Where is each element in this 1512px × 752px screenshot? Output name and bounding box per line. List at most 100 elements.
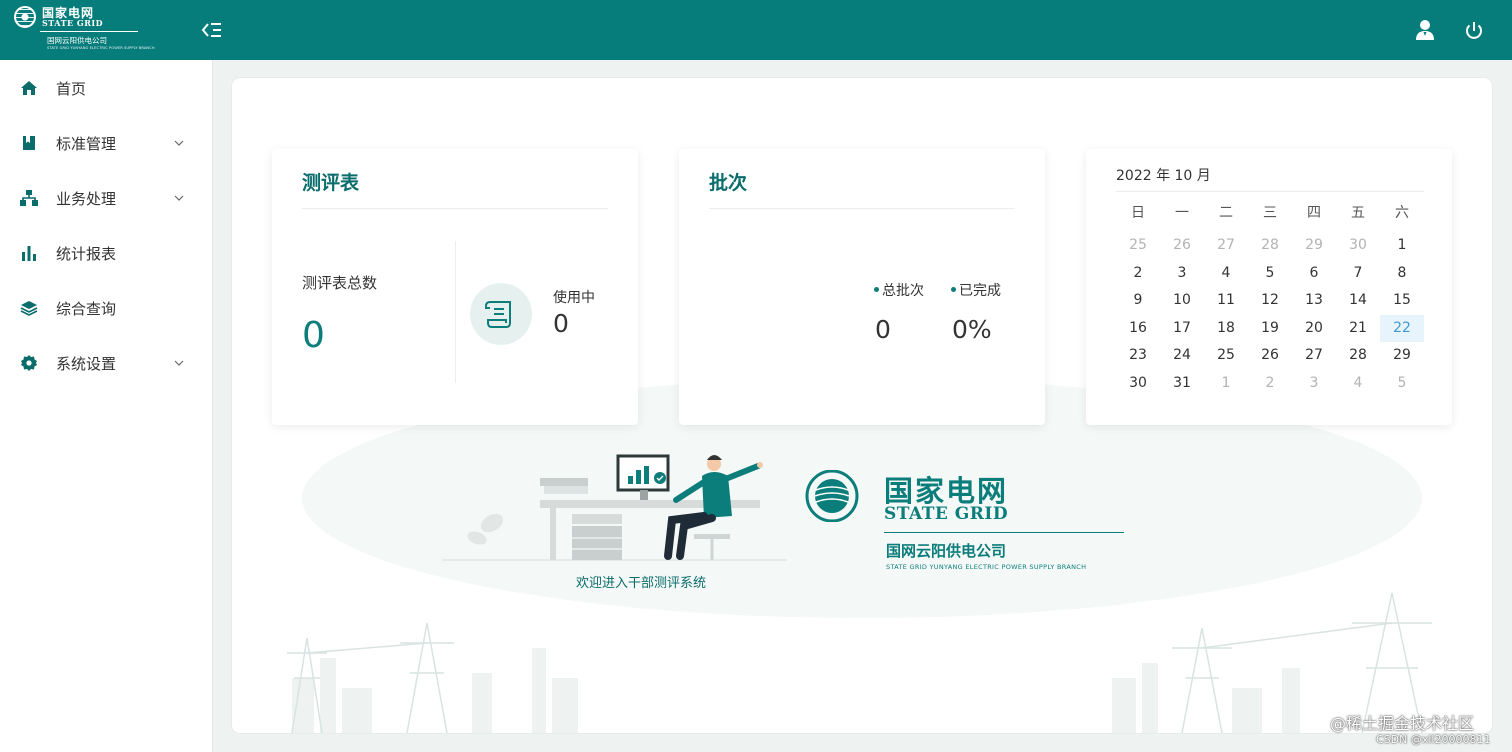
calendar-day[interactable]: 1 [1380,232,1424,260]
state-grid-logo: 国家电网 STATE GRID 国网云阳供电公司 STATE GRID YUNY… [14,6,155,54]
calendar-day[interactable]: 7 [1336,260,1380,288]
calendar-day[interactable]: 25 [1204,342,1248,370]
calendar-day[interactable]: 14 [1336,287,1380,315]
logo-tiny-text: STATE GRID YUNYANG ELECTRIC POWER SUPPLY… [47,46,155,50]
calendar-weekday: 四 [1307,205,1321,221]
welcome-illustration [442,454,787,561]
chevron-down-icon [174,195,184,201]
sidebar-item-settings[interactable]: 系统设置 [0,338,213,388]
calendar-day[interactable]: 4 [1336,370,1380,398]
card-title: 测评表 [302,172,360,194]
sidebar-item-label: 统计报表 [56,245,117,263]
calendar-weekday: 五 [1351,205,1365,221]
state-grid-emblem-icon [805,470,859,522]
calendar-day[interactable]: 13 [1292,287,1336,315]
calendar-day[interactable]: 30 [1336,232,1380,260]
calendar-day[interactable]: 24 [1160,342,1204,370]
calendar-day[interactable]: 3 [1160,260,1204,288]
sidebar-item-query[interactable]: 综合查询 [0,283,213,333]
calendar-day[interactable]: 9 [1116,287,1160,315]
calendar-day[interactable]: 28 [1336,342,1380,370]
calendar-day[interactable]: 2 [1248,370,1292,398]
calendar-weekday: 一 [1175,205,1189,221]
card-title: 批次 [709,172,748,194]
state-grid-brand: 国家电网 STATE GRID 国网云阳供电公司 STATE GRID YUNY… [798,470,1168,571]
sidebar-item-label: 综合查询 [56,300,117,318]
calendar-day[interactable]: 2 [1116,260,1160,288]
calendar-day[interactable]: 26 [1160,232,1204,260]
gear-icon [21,355,37,371]
calendar-day[interactable]: 1 [1204,370,1248,398]
bar-chart-icon [22,246,36,261]
calendar-day[interactable]: 8 [1380,260,1424,288]
in-use-label: 使用中 [553,290,595,306]
batch-card: 批次 总批次 已完成 0 0% [679,149,1045,425]
document-icon [470,283,532,345]
calendar-day[interactable]: 28 [1248,232,1292,260]
sidebar-item-label: 首页 [56,80,87,98]
in-use-value: 0 [553,309,569,338]
state-grid-emblem-icon [14,6,36,28]
batch-done-value: 0% [952,315,992,344]
calendar-weekday: 二 [1219,205,1233,221]
sidebar-item-label: 标准管理 [56,135,117,153]
calendar-day[interactable]: 30 [1116,370,1160,398]
calendar-day[interactable]: 21 [1336,315,1380,343]
watermark-juejin: @稀土掘金技术社区 [1330,714,1475,733]
main-panel: 测评表 测评表总数 0 使用中 0 批次 总批次 已完成 0 0% 2022 年… [232,78,1492,733]
sidebar-item-standards[interactable]: 标准管理 [0,118,213,168]
sidebar: 首页 标准管理 业务处理 统计报表 综合查询 系统设置 [0,60,213,752]
calendar-day[interactable]: 16 [1116,315,1160,343]
logo-en-text: STATE GRID [42,18,104,29]
calendar-day[interactable]: 18 [1204,315,1248,343]
home-icon [21,81,37,95]
calendar-day[interactable]: 4 [1204,260,1248,288]
evaluation-total-value: 0 [302,315,325,356]
calendar-day[interactable]: 23 [1116,342,1160,370]
sidebar-item-label: 业务处理 [56,190,117,208]
welcome-text: 欢迎进入干部测评系统 [576,576,707,591]
calendar-day[interactable]: 3 [1292,370,1336,398]
batch-total-label: 总批次 [874,280,924,300]
calendar-day[interactable]: 5 [1380,370,1424,398]
sidebar-item-reports[interactable]: 统计报表 [0,228,213,278]
calendar-title: 2022 年 10 月 [1116,168,1211,184]
calendar-day[interactable]: 15 [1380,287,1424,315]
user-icon[interactable] [1414,19,1436,41]
calendar-day-today[interactable]: 22 [1380,314,1424,342]
top-bar: 国家电网 STATE GRID 国网云阳供电公司 STATE GRID YUNY… [0,0,1512,60]
calendar-day[interactable]: 25 [1116,232,1160,260]
calendar-day[interactable]: 27 [1292,342,1336,370]
menu-collapse-icon[interactable] [200,19,224,41]
calendar-day[interactable]: 6 [1292,260,1336,288]
sidebar-item-label: 系统设置 [56,355,117,373]
batch-done-label: 已完成 [951,280,1001,300]
calendar-day[interactable]: 20 [1292,315,1336,343]
logo-sub-text: 国网云阳供电公司 [47,36,107,45]
chevron-down-icon [174,140,184,146]
power-icon[interactable] [1463,20,1485,42]
calendar-day[interactable]: 11 [1204,287,1248,315]
layers-icon [20,301,38,316]
calendar-day[interactable]: 10 [1160,287,1204,315]
sidebar-item-home[interactable]: 首页 [0,63,213,113]
batch-total-value: 0 [875,315,891,344]
calendar-day[interactable]: 29 [1380,342,1424,370]
calendar-day[interactable]: 31 [1160,370,1204,398]
calendar-card: 2022 年 10 月 日一二三四五六 25 26 27 28 29 30 1 2 3 4 5 6 7 8 9… [1086,149,1452,425]
watermark-csdn: CSDN @xll20000811 [1376,733,1491,746]
sidebar-item-business[interactable]: 业务处理 [0,173,213,223]
calendar-weekday: 三 [1263,205,1277,221]
calendar-day[interactable]: 29 [1292,232,1336,260]
calendar-day[interactable]: 19 [1248,315,1292,343]
chevron-down-icon [174,360,184,366]
calendar-day[interactable]: 17 [1160,315,1204,343]
calendar-weekday: 六 [1395,205,1409,221]
brand-en-text: STATE GRID [884,504,1009,524]
calendar-day[interactable]: 26 [1248,342,1292,370]
bookmark-book-icon [23,136,35,150]
calendar-day[interactable]: 5 [1248,260,1292,288]
calendar-day[interactable]: 12 [1248,287,1292,315]
brand-tiny-text: STATE GRID YUNYANG ELECTRIC POWER SUPPLY… [886,563,1087,571]
calendar-day[interactable]: 27 [1204,232,1248,260]
